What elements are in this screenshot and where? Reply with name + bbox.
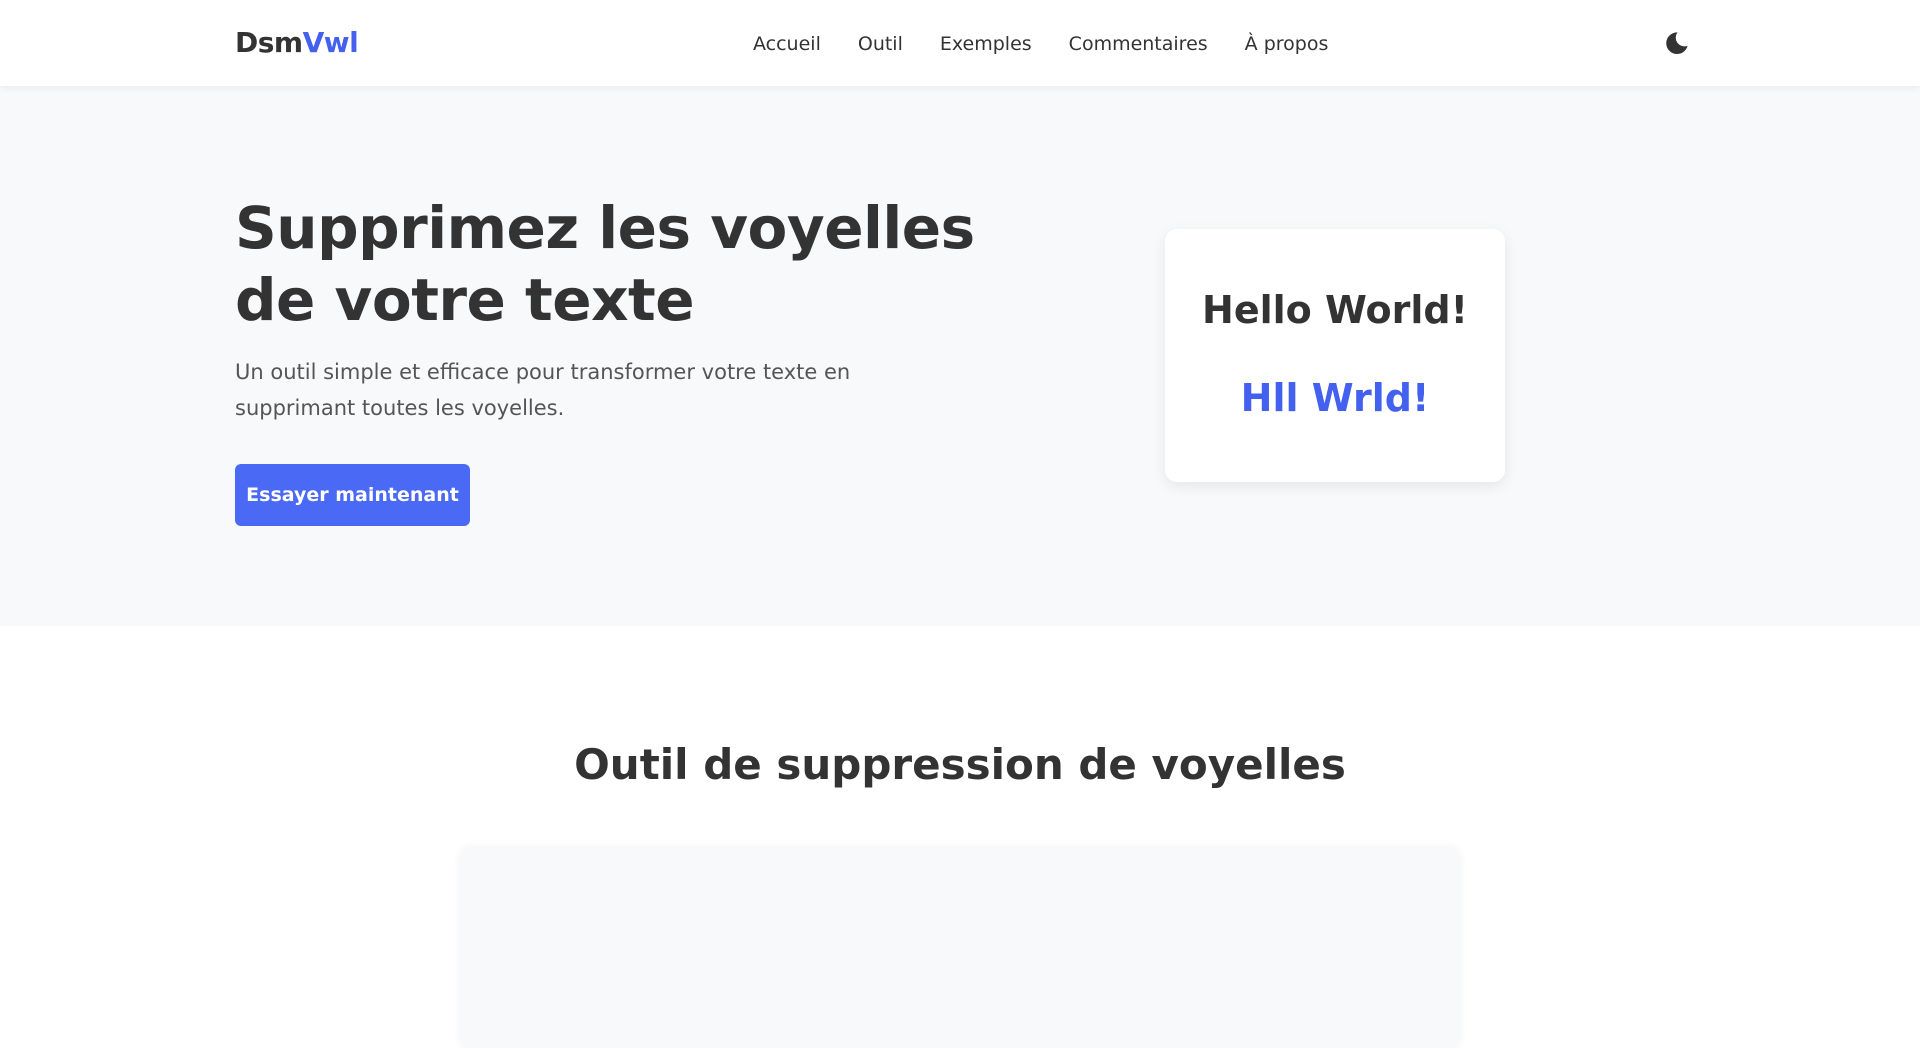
nav-link-commentaires[interactable]: Commentaires [1069, 30, 1208, 58]
theme-toggle-button[interactable] [1664, 30, 1690, 56]
demo-original-text: Hello World! [1202, 288, 1468, 332]
nav-link-accueil[interactable]: Accueil [753, 30, 821, 58]
site-header: DsmVwl Accueil Outil Exemples Commentair… [0, 0, 1920, 86]
demo-card: Hello World! Hll Wrld! [1165, 229, 1505, 482]
moon-icon [1666, 32, 1688, 55]
hero-section: Supprimez les voyelles de votre texte Un… [0, 86, 1920, 626]
nav-link-a-propos[interactable]: À propos [1245, 30, 1329, 58]
nav-link-exemples[interactable]: Exemples [940, 30, 1032, 58]
tool-section-title: Outil de suppression de voyelles [574, 740, 1346, 789]
logo-text-accent: Vwl [302, 26, 359, 59]
logo[interactable]: DsmVwl [235, 26, 359, 60]
main-nav: Accueil Outil Exemples Commentaires À pr… [753, 30, 1328, 58]
tool-card [460, 848, 1460, 1048]
logo-text-dark: Dsm [235, 26, 303, 59]
hero-subtitle: Un outil simple et efficace pour transfo… [235, 360, 851, 420]
demo-result-text: Hll Wrld! [1240, 376, 1430, 420]
nav-link-outil[interactable]: Outil [858, 30, 903, 58]
try-now-button[interactable]: Essayer maintenant [235, 464, 470, 526]
hero-title: Supprimez les voyelles de votre texte [235, 194, 975, 334]
